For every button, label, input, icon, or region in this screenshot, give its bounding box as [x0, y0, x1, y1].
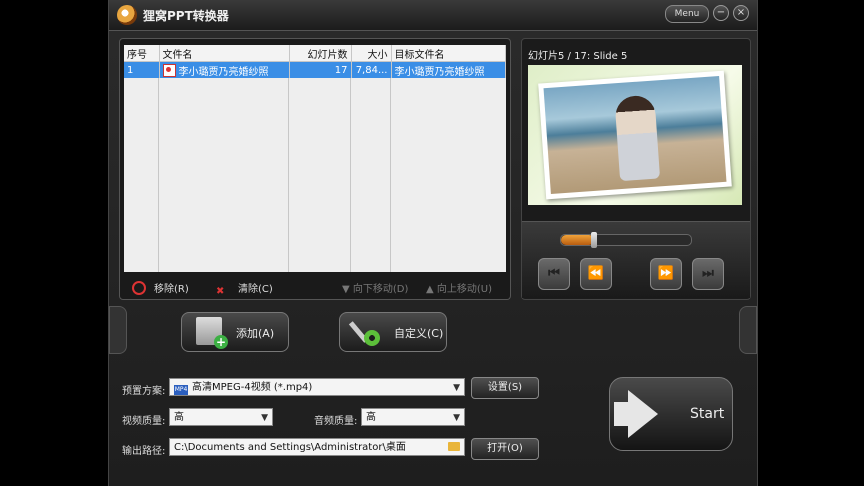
list-toolbar: 移除(R) ✖ 清除(C) ▼ 向下移动(D) ▲ 向上移动(U): [120, 277, 510, 297]
seek-handle[interactable]: [590, 232, 597, 248]
video-quality-label: 视频质量:: [122, 416, 166, 427]
row-filename-text: 李小璐贾乃亮婚纱照: [178, 66, 269, 78]
audio-quality-label: 音频质量:: [314, 416, 358, 427]
folder-icon[interactable]: [448, 442, 460, 451]
player-controls: ⏮ ⏪ ⏩ ⏭: [522, 221, 750, 298]
col-header-target[interactable]: 目标文件名: [391, 45, 506, 62]
move-up-button[interactable]: ▲ 向上移动(U): [426, 280, 492, 295]
rewind-button[interactable]: ⏪: [580, 258, 612, 290]
slide-label: 幻灯片5 / 17: Slide 5: [528, 51, 628, 62]
menu-button[interactable]: Menu: [665, 5, 709, 23]
remove-icon: [132, 281, 146, 295]
arrow-right-icon: [628, 390, 658, 438]
prev-slide-button[interactable]: ⏮: [538, 258, 570, 290]
audio-quality-dropdown[interactable]: 高 ▼: [361, 408, 465, 426]
app-logo-icon: [117, 5, 137, 25]
add-label: 添加(A): [236, 327, 275, 340]
start-label: Start: [690, 406, 725, 422]
row-index: 1: [124, 61, 160, 78]
next-slide-button[interactable]: ⏭: [692, 258, 724, 290]
chevron-down-icon: ▼: [453, 413, 460, 423]
preset-label: 预置方案:: [122, 386, 166, 397]
settings-button[interactable]: 设置(S): [471, 377, 539, 399]
move-up-label: 向上移动(U): [436, 284, 492, 295]
output-path-label: 输出路径:: [122, 446, 166, 457]
add-file-icon: [196, 317, 228, 349]
chevron-down-icon: ▼: [453, 383, 460, 393]
table-row[interactable]: 1 李小璐贾乃亮婚纱照 17 7,84... 李小璐贾乃亮婚纱照: [124, 61, 506, 78]
preset-value: 高清MPEG-4视频 (*.mp4): [192, 382, 313, 393]
forward-button[interactable]: ⏩: [650, 258, 682, 290]
output-path-value: C:\Documents and Settings\Administrator\…: [174, 442, 406, 453]
add-button[interactable]: 添加(A): [181, 312, 289, 352]
col-header-size[interactable]: 大小: [351, 45, 392, 62]
preview-panel: 幻灯片5 / 17: Slide 5 ⏮ ⏪ ⏩ ⏭: [521, 38, 751, 300]
row-slides: 17: [289, 61, 352, 78]
file-list-panel: 序号 文件名 幻灯片数 大小 目标文件名 1 李小璐贾乃亮婚纱照 17 7,84…: [119, 38, 511, 300]
seek-progress: [561, 235, 594, 245]
remove-label: 移除(R): [154, 284, 189, 295]
custom-button[interactable]: 自定义(C): [339, 312, 447, 352]
start-button[interactable]: Start: [609, 377, 733, 451]
custom-label: 自定义(C): [394, 327, 444, 340]
col-header-index[interactable]: 序号: [124, 45, 160, 62]
app-window: 狸窝PPT转换器 Menu − × 序号 文件名 幻灯片数 大小 目标文件名 1…: [108, 0, 758, 486]
right-side-handle: [739, 306, 757, 354]
couple-figure: [614, 94, 661, 182]
row-size: 7,84...: [351, 61, 392, 78]
clear-label: 清除(C): [238, 284, 273, 295]
wedding-photo: [538, 70, 732, 200]
output-path-field[interactable]: C:\Documents and Settings\Administrator\…: [169, 438, 465, 456]
mp4-icon: MP4: [174, 385, 188, 395]
move-down-icon: ▼: [342, 284, 353, 295]
move-down-label: 向下移动(D): [352, 284, 409, 295]
title-bar: 狸窝PPT转换器 Menu − ×: [109, 0, 757, 31]
file-list-area[interactable]: [124, 62, 506, 272]
file-table: 序号 文件名 幻灯片数 大小 目标文件名 1 李小璐贾乃亮婚纱照 17 7,84…: [124, 45, 506, 78]
open-button[interactable]: 打开(O): [471, 438, 539, 460]
left-side-handle: [109, 306, 127, 354]
col-header-filename[interactable]: 文件名: [159, 45, 290, 62]
video-quality-value: 高: [174, 412, 184, 423]
row-filename: 李小璐贾乃亮婚纱照: [159, 61, 290, 78]
chevron-down-icon: ▼: [261, 413, 268, 423]
seek-slider[interactable]: [560, 232, 692, 248]
start-arrow-icon: [614, 402, 628, 426]
close-button[interactable]: ×: [733, 5, 749, 21]
move-down-button[interactable]: ▼ 向下移动(D): [342, 280, 408, 295]
move-up-icon: ▲: [426, 284, 437, 295]
clear-icon: ✖: [216, 286, 225, 297]
col-header-slides[interactable]: 幻灯片数: [289, 45, 352, 62]
clear-button[interactable]: ✖ 清除(C): [216, 280, 273, 297]
ppt-file-icon: [162, 63, 176, 77]
app-title: 狸窝PPT转换器: [143, 9, 229, 23]
tools-icon: [348, 318, 380, 346]
slide-preview-image: [528, 65, 742, 205]
menu-label: Menu: [674, 9, 700, 19]
row-target: 李小璐贾乃亮婚纱照: [391, 61, 506, 78]
audio-quality-value: 高: [366, 412, 376, 423]
minimize-button[interactable]: −: [713, 5, 729, 21]
remove-button[interactable]: 移除(R): [132, 280, 189, 295]
video-quality-dropdown[interactable]: 高 ▼: [169, 408, 273, 426]
table-header: 序号 文件名 幻灯片数 大小 目标文件名: [124, 45, 506, 62]
preset-dropdown[interactable]: MP4 高清MPEG-4视频 (*.mp4) ▼: [169, 378, 465, 396]
